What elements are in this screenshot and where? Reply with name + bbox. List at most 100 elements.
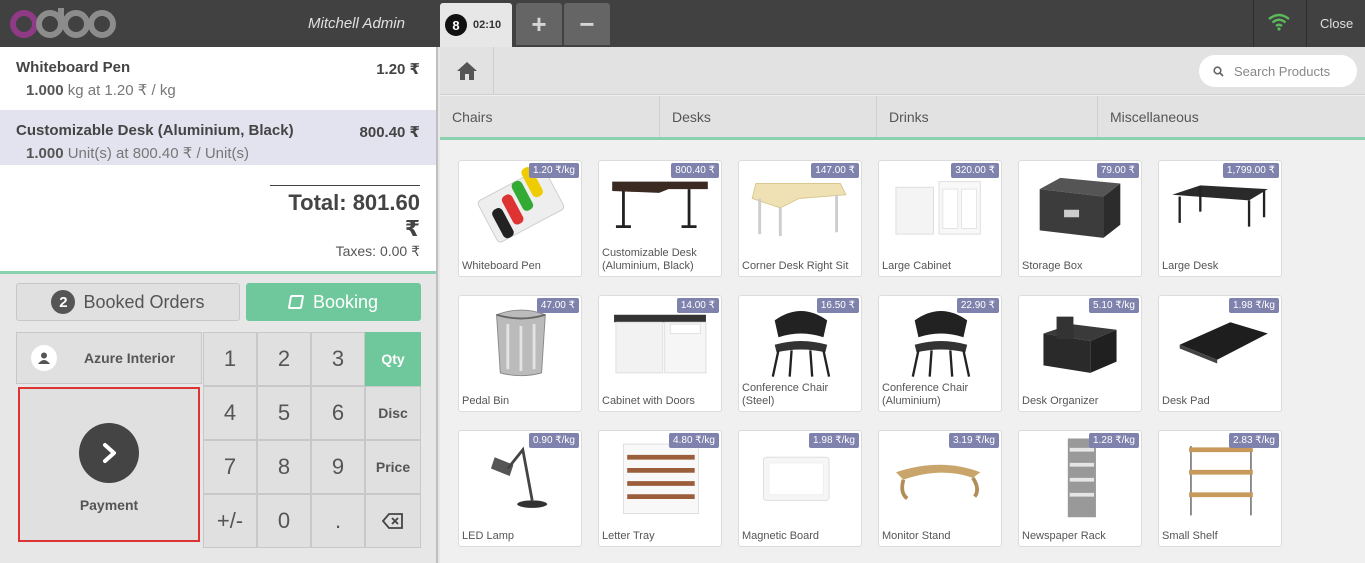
breadcrumb-bar xyxy=(440,47,1365,95)
product-name: Large Desk xyxy=(1162,260,1278,273)
remove-order-button[interactable]: − xyxy=(564,3,610,45)
product-price: 5.10 ₹/kg xyxy=(1089,298,1139,313)
user-icon xyxy=(31,345,57,371)
order-time: 02:10 xyxy=(473,19,502,31)
product-price: 2.83 ₹/kg xyxy=(1229,433,1279,448)
top-bar: Mitchell Admin 8 02:10 + − Close xyxy=(0,0,1365,47)
product-price: 47.00 ₹ xyxy=(536,298,579,313)
category-drinks[interactable]: Drinks xyxy=(877,96,1098,137)
search-input[interactable] xyxy=(1234,63,1344,79)
order-line-selected[interactable]: Customizable Desk (Aluminium, Black) 800… xyxy=(0,110,436,165)
header-divider xyxy=(1253,0,1254,47)
payment-button[interactable]: Payment xyxy=(18,387,200,542)
category-miscellaneous[interactable]: Miscellaneous xyxy=(1098,96,1365,137)
customer-button[interactable]: Azure Interior xyxy=(16,332,202,384)
numpad-key-5[interactable]: 5 xyxy=(257,386,311,440)
product-price: 1.20 ₹/kg xyxy=(529,163,579,178)
order-lines: Whiteboard Pen 1.20 ₹ 1.000 kg at 1.20 ₹… xyxy=(0,47,436,274)
numpad-key-8[interactable]: 8 xyxy=(257,440,311,494)
numpad-mode-price[interactable]: Price xyxy=(365,440,421,494)
product-card[interactable]: 1.28 ₹/kg Newspaper Rack xyxy=(1018,430,1142,547)
order-tab[interactable]: 8 02:10 xyxy=(440,3,512,47)
numpad-key-1[interactable]: 1 xyxy=(203,332,257,386)
product-name: Customizable Desk (Aluminium, Black) xyxy=(602,247,718,273)
product-price: 320.00 ₹ xyxy=(951,163,999,178)
product-price: 14.00 ₹ xyxy=(676,298,719,313)
order-line-unit: kg at 1.20 ₹ / kg xyxy=(67,82,176,99)
order-line[interactable]: Whiteboard Pen 1.20 ₹ 1.000 kg at 1.20 ₹… xyxy=(0,47,436,102)
product-name: Conference Chair (Aluminium) xyxy=(882,382,998,408)
product-card[interactable]: 800.40 ₹ Customizable Desk (Aluminium, Bl… xyxy=(598,160,722,277)
product-price: 16.50 ₹ xyxy=(816,298,859,313)
numpad-mode-qty[interactable]: Qty xyxy=(365,332,421,386)
close-button[interactable]: Close xyxy=(1320,16,1353,31)
product-name: Pedal Bin xyxy=(462,395,578,408)
book-icon xyxy=(287,295,305,309)
product-card[interactable]: 4.80 ₹/kg Letter Tray xyxy=(598,430,722,547)
product-card[interactable]: 14.00 ₹ Cabinet with Doors xyxy=(598,295,722,412)
product-name: Cabinet with Doors xyxy=(602,395,718,408)
product-card[interactable]: 47.00 ₹ Pedal Bin xyxy=(458,295,582,412)
category-desks[interactable]: Desks xyxy=(660,96,877,137)
booked-orders-button[interactable]: 2 Booked Orders xyxy=(16,283,240,321)
numpad-key-3[interactable]: 3 xyxy=(311,332,365,386)
product-card[interactable]: 0.90 ₹/kg LED Lamp xyxy=(458,430,582,547)
numpad-key-9[interactable]: 9 xyxy=(311,440,365,494)
product-name: Letter Tray xyxy=(602,530,718,543)
product-card[interactable]: 1.20 ₹/kg Whiteboard Pen xyxy=(458,160,582,277)
product-name: Whiteboard Pen xyxy=(462,260,578,273)
product-card[interactable]: 5.10 ₹/kg Desk Organizer xyxy=(1018,295,1142,412)
odoo-logo-mark xyxy=(10,8,116,38)
product-card[interactable]: 320.00 ₹ Large Cabinet xyxy=(878,160,1002,277)
order-line-unit: Unit(s) at 800.40 ₹ / Unit(s) xyxy=(67,145,249,162)
booking-button[interactable]: Booking xyxy=(246,283,421,321)
payment-label: Payment xyxy=(79,497,139,513)
order-taxes: Taxes: 0.00 ₹ xyxy=(335,243,420,259)
customer-name: Azure Interior xyxy=(84,350,176,366)
product-card[interactable]: 1.98 ₹/kg Magnetic Board xyxy=(738,430,862,547)
product-card[interactable]: 79.00 ₹ Storage Box xyxy=(1018,160,1142,277)
order-line-info: 1.000 Unit(s) at 800.40 ₹ / Unit(s) xyxy=(26,144,420,162)
product-card[interactable]: 2.83 ₹/kg Small Shelf xyxy=(1158,430,1282,547)
backspace-icon xyxy=(382,513,403,529)
numpad: 1 2 3 Qty 4 5 6 Disc 7 8 9 Price +/- 0 . xyxy=(203,332,421,548)
product-name: Large Cabinet xyxy=(882,260,998,273)
add-order-button[interactable]: + xyxy=(516,3,562,45)
home-button[interactable] xyxy=(440,47,494,95)
order-line-price: 1.20 ₹ xyxy=(376,61,420,78)
search-box[interactable] xyxy=(1199,55,1357,87)
product-card[interactable]: 1.98 ₹/kg Desk Pad xyxy=(1158,295,1282,412)
numpad-key-2[interactable]: 2 xyxy=(257,332,311,386)
numpad-mode-disc[interactable]: Disc xyxy=(365,386,421,440)
order-pane: Whiteboard Pen 1.20 ₹ 1.000 kg at 1.20 ₹… xyxy=(0,47,438,563)
product-price: 0.90 ₹/kg xyxy=(529,433,579,448)
booked-orders-label: Booked Orders xyxy=(83,291,205,312)
product-card[interactable]: 1,799.00 ₹ Large Desk xyxy=(1158,160,1282,277)
header-divider xyxy=(1306,0,1307,47)
product-card[interactable]: 22.90 ₹ Conference Chair (Aluminium) xyxy=(878,295,1002,412)
product-price: 22.90 ₹ xyxy=(956,298,999,313)
category-chairs[interactable]: Chairs xyxy=(440,96,660,137)
numpad-key-6[interactable]: 6 xyxy=(311,386,365,440)
product-name: Magnetic Board xyxy=(742,530,858,543)
product-name: Corner Desk Right Sit xyxy=(742,260,858,273)
product-card[interactable]: 16.50 ₹ Conference Chair (Steel) xyxy=(738,295,862,412)
product-name: Storage Box xyxy=(1022,260,1138,273)
numpad-key-7[interactable]: 7 xyxy=(203,440,257,494)
order-line-qty: 1.000 xyxy=(26,82,64,99)
numpad-key-decimal[interactable]: . xyxy=(311,494,365,548)
numpad-key-4[interactable]: 4 xyxy=(203,386,257,440)
wifi-icon[interactable] xyxy=(1268,13,1290,31)
user-name[interactable]: Mitchell Admin xyxy=(308,15,405,32)
booked-count-badge: 2 xyxy=(51,290,76,314)
numpad-backspace[interactable] xyxy=(365,494,421,548)
product-card[interactable]: 147.00 ₹ Corner Desk Right Sit xyxy=(738,160,862,277)
product-price: 147.00 ₹ xyxy=(811,163,859,178)
order-line-qty: 1.000 xyxy=(26,145,64,162)
category-bar: Chairs Desks Drinks Miscellaneous xyxy=(440,96,1365,140)
product-card[interactable]: 3.19 ₹/kg Monitor Stand xyxy=(878,430,1002,547)
order-number-badge: 8 xyxy=(445,14,467,36)
numpad-key-0[interactable]: 0 xyxy=(257,494,311,548)
product-price: 1,799.00 ₹ xyxy=(1222,163,1279,178)
numpad-key-plus-minus[interactable]: +/- xyxy=(203,494,257,548)
